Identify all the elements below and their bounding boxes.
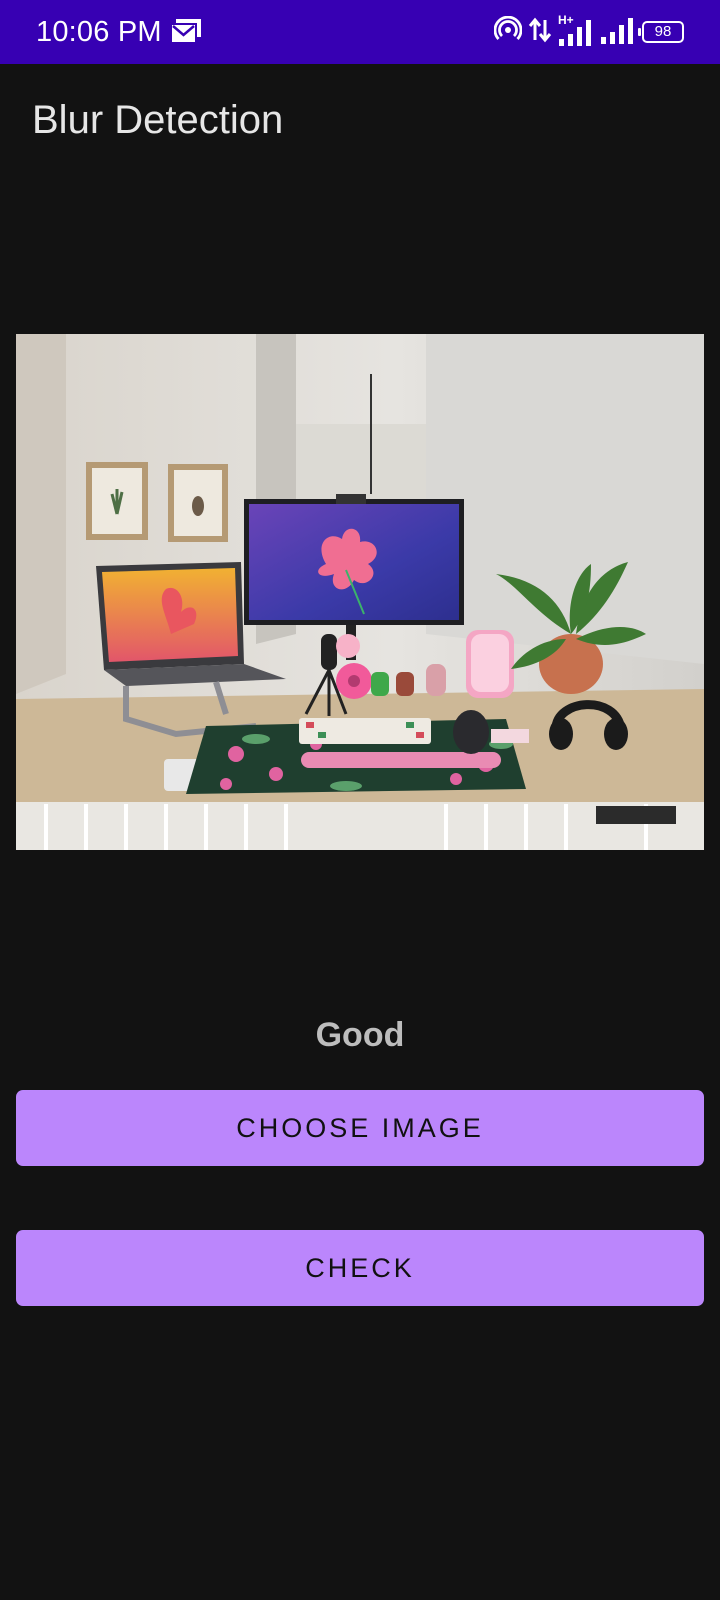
status-icons: H+ 98 — [493, 13, 684, 50]
app-title: Blur Detection — [32, 98, 284, 142]
battery-icon: 98 — [638, 21, 684, 43]
gmail-notification-icon — [170, 18, 202, 49]
status-time: 10:06 PM — [36, 16, 162, 48]
check-button[interactable]: CHECK — [16, 1230, 704, 1306]
blur-result-label: Good — [315, 1016, 405, 1054]
signal-icon — [600, 15, 636, 50]
preview-image — [16, 334, 704, 850]
choose-image-button[interactable]: CHOOSE IMAGE — [16, 1090, 704, 1166]
status-bar: 10:06 PM H+ 98 — [0, 0, 720, 64]
data-transfer-icon — [528, 16, 552, 49]
hotspot-icon — [493, 15, 523, 49]
signal-hplus-icon: H+ — [558, 13, 594, 47]
